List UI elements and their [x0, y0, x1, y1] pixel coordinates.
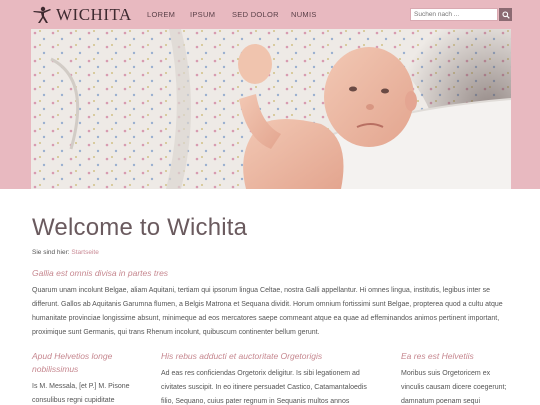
baby-photo	[31, 29, 511, 189]
column-2: His rebus adducti et auctoritate Orgetor…	[161, 350, 379, 405]
page-title: Welcome to Wichita	[32, 214, 248, 241]
nav-item-numis[interactable]: NUMIS	[291, 10, 317, 19]
breadcrumb: Sie sind hier: Startseite	[32, 249, 99, 256]
brand-name: WICHITA	[56, 5, 132, 24]
column-heading: Apud Helvetios longe nobilissimus	[32, 351, 113, 374]
column-text: Ad eas res conficiendas Orgetorix deligi…	[161, 370, 367, 405]
breadcrumb-link-home[interactable]: Startseite	[71, 249, 98, 256]
breadcrumb-prefix: Sie sind hier:	[32, 249, 70, 256]
nav-item-lorem[interactable]: LOREM	[147, 10, 175, 19]
nav-item-sed-dolor[interactable]: SED DOLOR	[232, 10, 279, 19]
site-header: WICHITA LOREM IPSUM SED DOLOR NUMIS	[0, 0, 540, 29]
column-1: Apud Helvetios longe nobilissimus Is M. …	[32, 350, 136, 405]
intro-paragraph: Quarum unam incolunt Belgae, aliam Aquit…	[32, 287, 503, 336]
column-heading: Ea res est Helvetiis	[401, 351, 474, 361]
hero-image	[31, 29, 511, 189]
nav-item-ipsum[interactable]: IPSUM	[190, 10, 215, 19]
search-button[interactable]	[499, 8, 512, 21]
logo[interactable]: WICHITA	[32, 5, 132, 25]
column-text: Is M. Messala, [et P.] M. Pisone consuli…	[32, 383, 130, 404]
column-text: Moribus suis Orgetoricem ex vinculis cau…	[401, 370, 507, 405]
column-3: Ea res est Helvetiis Moribus suis Orgeto…	[401, 350, 513, 405]
intro-heading: Gallia est omnis divisa in partes tres	[32, 268, 169, 278]
column-heading: His rebus adducti et auctoritate Orgetor…	[161, 351, 323, 361]
search-icon	[501, 10, 510, 19]
logo-figure-icon	[33, 6, 51, 23]
search-input[interactable]	[410, 8, 498, 21]
